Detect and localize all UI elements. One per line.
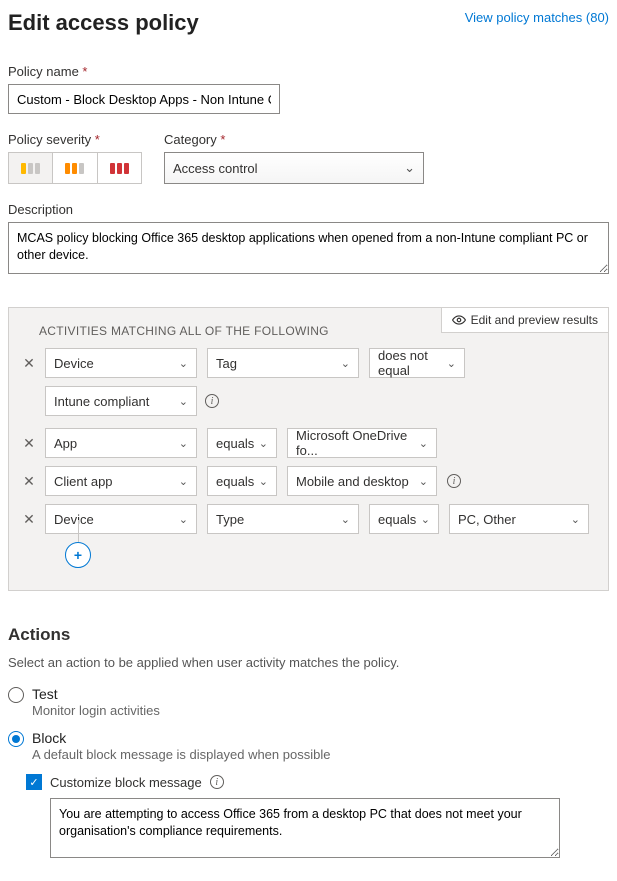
filter-operator-select[interactable]: does not equal ⌄ <box>369 348 465 378</box>
severity-label: Policy severity <box>8 132 142 147</box>
filter-field-select[interactable]: App ⌄ <box>45 428 197 458</box>
eye-icon <box>452 313 466 327</box>
chevron-down-icon: ⌄ <box>179 475 188 488</box>
remove-filter-icon[interactable]: ✕ <box>23 473 35 490</box>
chevron-down-icon: ⌄ <box>421 513 430 526</box>
chevron-down-icon: ⌄ <box>571 513 580 526</box>
info-icon[interactable]: i <box>210 775 224 789</box>
action-test-sublabel: Monitor login activities <box>32 703 160 718</box>
action-block-sublabel: A default block message is displayed whe… <box>32 747 330 762</box>
category-value: Access control <box>173 161 258 176</box>
filter-field-value: App <box>54 436 77 451</box>
chevron-down-icon: ⌄ <box>259 475 268 488</box>
info-icon[interactable]: i <box>447 474 461 488</box>
category-label: Category <box>164 132 424 147</box>
filter-value-text: Mobile and desktop <box>296 474 409 489</box>
chevron-down-icon: ⌄ <box>419 437 428 450</box>
filter-value-select[interactable]: Microsoft OneDrive fo... ⌄ <box>287 428 437 458</box>
filter-field-value: Device <box>54 512 94 527</box>
filter-subfield-value: Type <box>216 512 244 527</box>
filter-panel: Edit and preview results ACTIVITIES MATC… <box>8 307 609 591</box>
filter-value-select[interactable]: Intune compliant ⌄ <box>45 386 197 416</box>
filter-value-text: PC, Other <box>458 512 516 527</box>
actions-heading: Actions <box>8 625 609 645</box>
filter-value-text: Intune compliant <box>54 394 149 409</box>
filter-operator-value: equals <box>378 512 416 527</box>
severity-low-button[interactable] <box>9 153 53 183</box>
filter-subfield-select[interactable]: Tag ⌄ <box>207 348 359 378</box>
policy-name-label: Policy name <box>8 64 609 79</box>
filter-subfield-select[interactable]: Type ⌄ <box>207 504 359 534</box>
severity-medium-button[interactable] <box>53 153 97 183</box>
remove-filter-icon[interactable]: ✕ <box>23 435 35 452</box>
filter-value-select[interactable]: Mobile and desktop ⌄ <box>287 466 437 496</box>
description-textarea[interactable] <box>8 222 609 274</box>
filter-value-select[interactable]: PC, Other ⌄ <box>449 504 589 534</box>
filter-field-value: Client app <box>54 474 113 489</box>
filter-subfield-value: Tag <box>216 356 237 371</box>
filter-operator-value: equals <box>216 474 254 489</box>
filter-operator-select[interactable]: equals ⌄ <box>207 428 277 458</box>
edit-preview-label: Edit and preview results <box>471 313 598 327</box>
filter-field-select[interactable]: Client app ⌄ <box>45 466 197 496</box>
filter-value-text: Microsoft OneDrive fo... <box>296 428 419 458</box>
chevron-down-icon: ⌄ <box>179 513 188 526</box>
action-test-radio[interactable] <box>8 687 24 703</box>
filter-operator-select[interactable]: equals ⌄ <box>207 466 277 496</box>
add-filter-button[interactable]: + <box>65 542 91 568</box>
chevron-down-icon: ⌄ <box>179 395 188 408</box>
action-block-radio[interactable] <box>8 731 24 747</box>
page-title: Edit access policy <box>8 10 199 36</box>
connector-line <box>78 520 79 542</box>
severity-high-button[interactable] <box>98 153 141 183</box>
filter-operator-select[interactable]: equals ⌄ <box>369 504 439 534</box>
view-policy-matches-link[interactable]: View policy matches (80) <box>465 10 609 25</box>
edit-preview-results-button[interactable]: Edit and preview results <box>441 307 609 333</box>
chevron-down-icon: ⌄ <box>341 357 350 370</box>
remove-filter-icon[interactable]: ✕ <box>23 355 35 372</box>
chevron-down-icon: ⌄ <box>341 513 350 526</box>
filter-field-value: Device <box>54 356 94 371</box>
filter-field-select[interactable]: Device ⌄ <box>45 348 197 378</box>
filter-field-select[interactable]: Device ⌄ <box>45 504 197 534</box>
chevron-down-icon: ⌄ <box>259 437 268 450</box>
filter-operator-value: does not equal <box>378 348 447 378</box>
description-label: Description <box>8 202 609 217</box>
chevron-down-icon: ⌄ <box>447 357 456 370</box>
chevron-down-icon: ⌄ <box>419 475 428 488</box>
chevron-down-icon: ⌄ <box>179 357 188 370</box>
remove-filter-icon[interactable]: ✕ <box>23 511 35 528</box>
chevron-down-icon: ⌄ <box>404 160 415 176</box>
action-test-label: Test <box>32 686 160 702</box>
filter-operator-value: equals <box>216 436 254 451</box>
category-select[interactable]: Access control ⌄ <box>164 152 424 184</box>
info-icon[interactable]: i <box>205 394 219 408</box>
customize-block-message-label: Customize block message <box>50 775 202 790</box>
chevron-down-icon: ⌄ <box>179 437 188 450</box>
block-message-textarea[interactable] <box>50 798 560 858</box>
severity-group <box>8 152 142 184</box>
policy-name-input[interactable] <box>8 84 280 114</box>
action-block-label: Block <box>32 730 330 746</box>
customize-block-message-checkbox[interactable]: ✓ <box>26 774 42 790</box>
actions-description: Select an action to be applied when user… <box>8 655 609 670</box>
